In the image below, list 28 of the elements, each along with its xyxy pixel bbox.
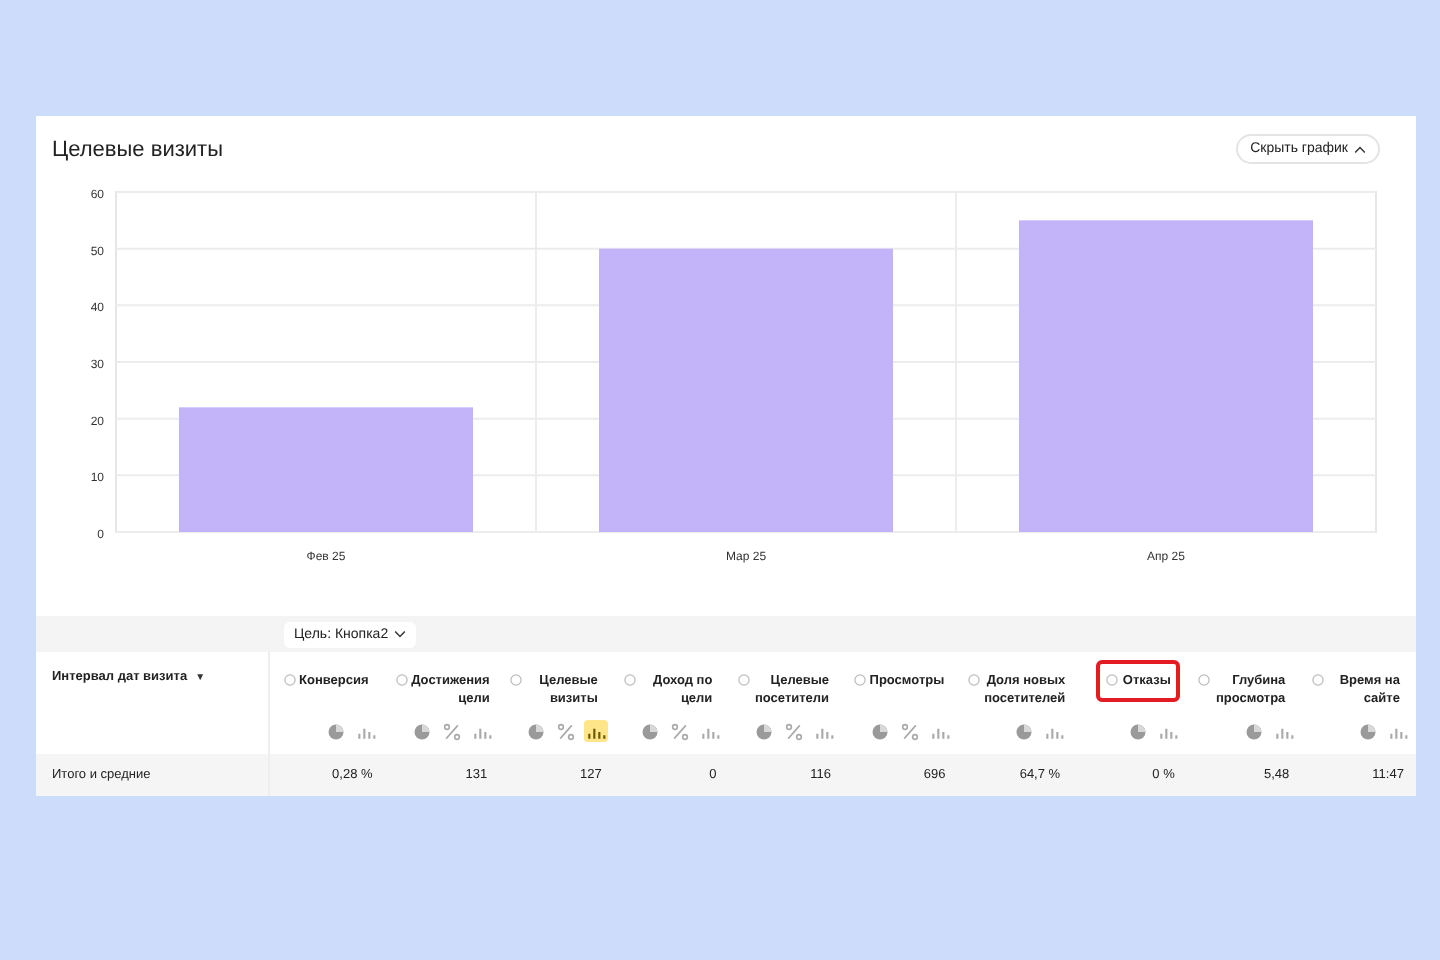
chevron-down-icon: [394, 630, 407, 639]
pie-chart-icon[interactable]: [1012, 720, 1037, 742]
help-icon[interactable]: [283, 674, 296, 686]
help-icon[interactable]: [509, 674, 522, 686]
percent-icon[interactable]: [897, 720, 922, 742]
pie-chart-icon[interactable]: [523, 720, 548, 742]
percent-icon[interactable]: [668, 720, 693, 742]
percent-icon[interactable]: [782, 720, 807, 742]
help-icon[interactable]: [1197, 674, 1210, 686]
chevron-up-icon: [1354, 145, 1366, 154]
help-icon[interactable]: [968, 674, 981, 686]
pie-chart-icon[interactable]: [1126, 720, 1151, 742]
help-icon[interactable]: [624, 674, 637, 686]
pie-chart-icon[interactable]: [638, 720, 663, 742]
help-icon[interactable]: [738, 674, 751, 686]
bar-chart-icon[interactable]: [583, 720, 608, 742]
pie-chart-icon[interactable]: [867, 720, 892, 742]
help-icon[interactable]: [853, 674, 866, 686]
pie-chart-icon[interactable]: [1355, 720, 1380, 742]
percent-icon[interactable]: [439, 720, 464, 742]
section-title: Целевые визиты: [52, 137, 223, 162]
pie-chart-icon[interactable]: [409, 720, 434, 742]
pie-chart-icon[interactable]: [324, 720, 349, 742]
help-icon[interactable]: [395, 674, 408, 686]
pie-chart-icon[interactable]: [1241, 720, 1266, 742]
help-icon[interactable]: [1106, 674, 1119, 686]
pie-chart-icon[interactable]: [752, 720, 777, 742]
help-icon[interactable]: [1311, 674, 1324, 686]
